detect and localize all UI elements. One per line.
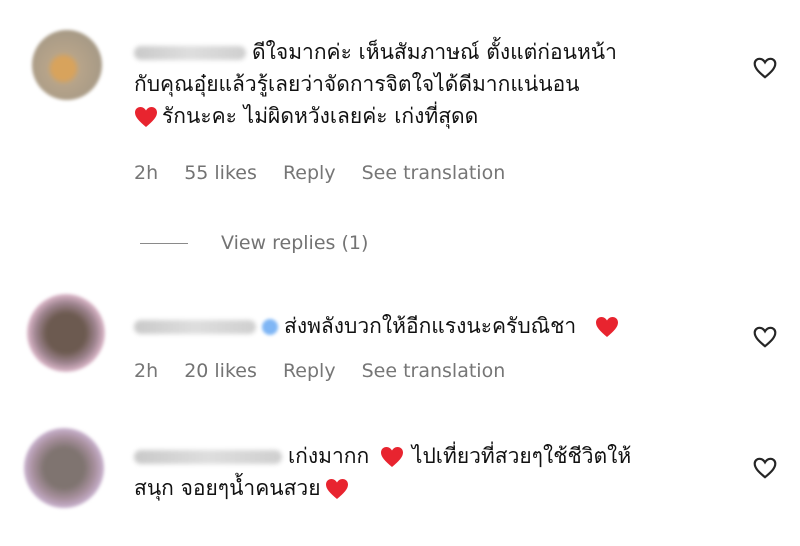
comment-text-line: ส่งพลังบวกให้อีกแรงนะครับณิชา	[134, 310, 734, 342]
timestamp: 2h	[134, 360, 159, 382]
comment-text-line: กับคุณอุ๋ยแล้วรู้เลยว่าจัดการจิตใจได้ดีม…	[134, 72, 580, 96]
verified-badge-icon	[262, 319, 278, 335]
likes-count[interactable]: 20 likes	[184, 360, 257, 382]
comment-2: ส่งพลังบวกให้อีกแรงนะครับณิชา 2h 20 like…	[0, 290, 800, 400]
view-replies-label: View replies (1)	[221, 232, 369, 254]
divider	[140, 243, 188, 244]
avatar[interactable]	[24, 428, 104, 508]
like-heart-icon[interactable]	[752, 456, 778, 480]
username[interactable]	[134, 450, 282, 464]
comment-text-line: สนุก จอยๆน้ำคนสวย	[134, 472, 734, 504]
comment-1: ดีใจมากค่ะ เห็นสัมภาษณ์ ตั้งแต่ก่อนหน้า …	[0, 0, 800, 210]
see-translation-button[interactable]: See translation	[362, 162, 506, 184]
username[interactable]	[134, 320, 256, 334]
like-heart-icon[interactable]	[752, 325, 778, 349]
comment-text-line: ดีใจมากค่ะ เห็นสัมภาษณ์ ตั้งแต่ก่อนหน้า	[134, 36, 734, 68]
reply-button[interactable]: Reply	[283, 360, 336, 382]
see-translation-button[interactable]: See translation	[362, 360, 506, 382]
like-heart-icon[interactable]	[752, 56, 778, 80]
heart-emoji-icon	[135, 107, 157, 127]
comment-text-line: รักนะคะ ไม่ผิดหวังเลยค่ะ เก่งที่สุดด	[134, 100, 734, 132]
heart-emoji-icon	[595, 317, 618, 337]
heart-emoji-icon	[325, 479, 348, 499]
reply-button[interactable]: Reply	[283, 162, 336, 184]
heart-emoji-icon	[380, 447, 403, 467]
view-replies-button[interactable]: View replies (1)	[140, 232, 368, 254]
username[interactable]	[134, 46, 246, 60]
avatar[interactable]	[27, 294, 105, 372]
likes-count[interactable]: 55 likes	[184, 162, 257, 184]
comment-text-line: เก่งมากก ไปเที่ยวที่สวยๆใช้ชีวิตให้	[134, 440, 734, 472]
comment-3: เก่งมากก ไปเที่ยวที่สวยๆใช้ชีวิตให้ สนุก…	[0, 420, 800, 540]
avatar[interactable]	[32, 30, 102, 100]
timestamp: 2h	[134, 162, 159, 184]
